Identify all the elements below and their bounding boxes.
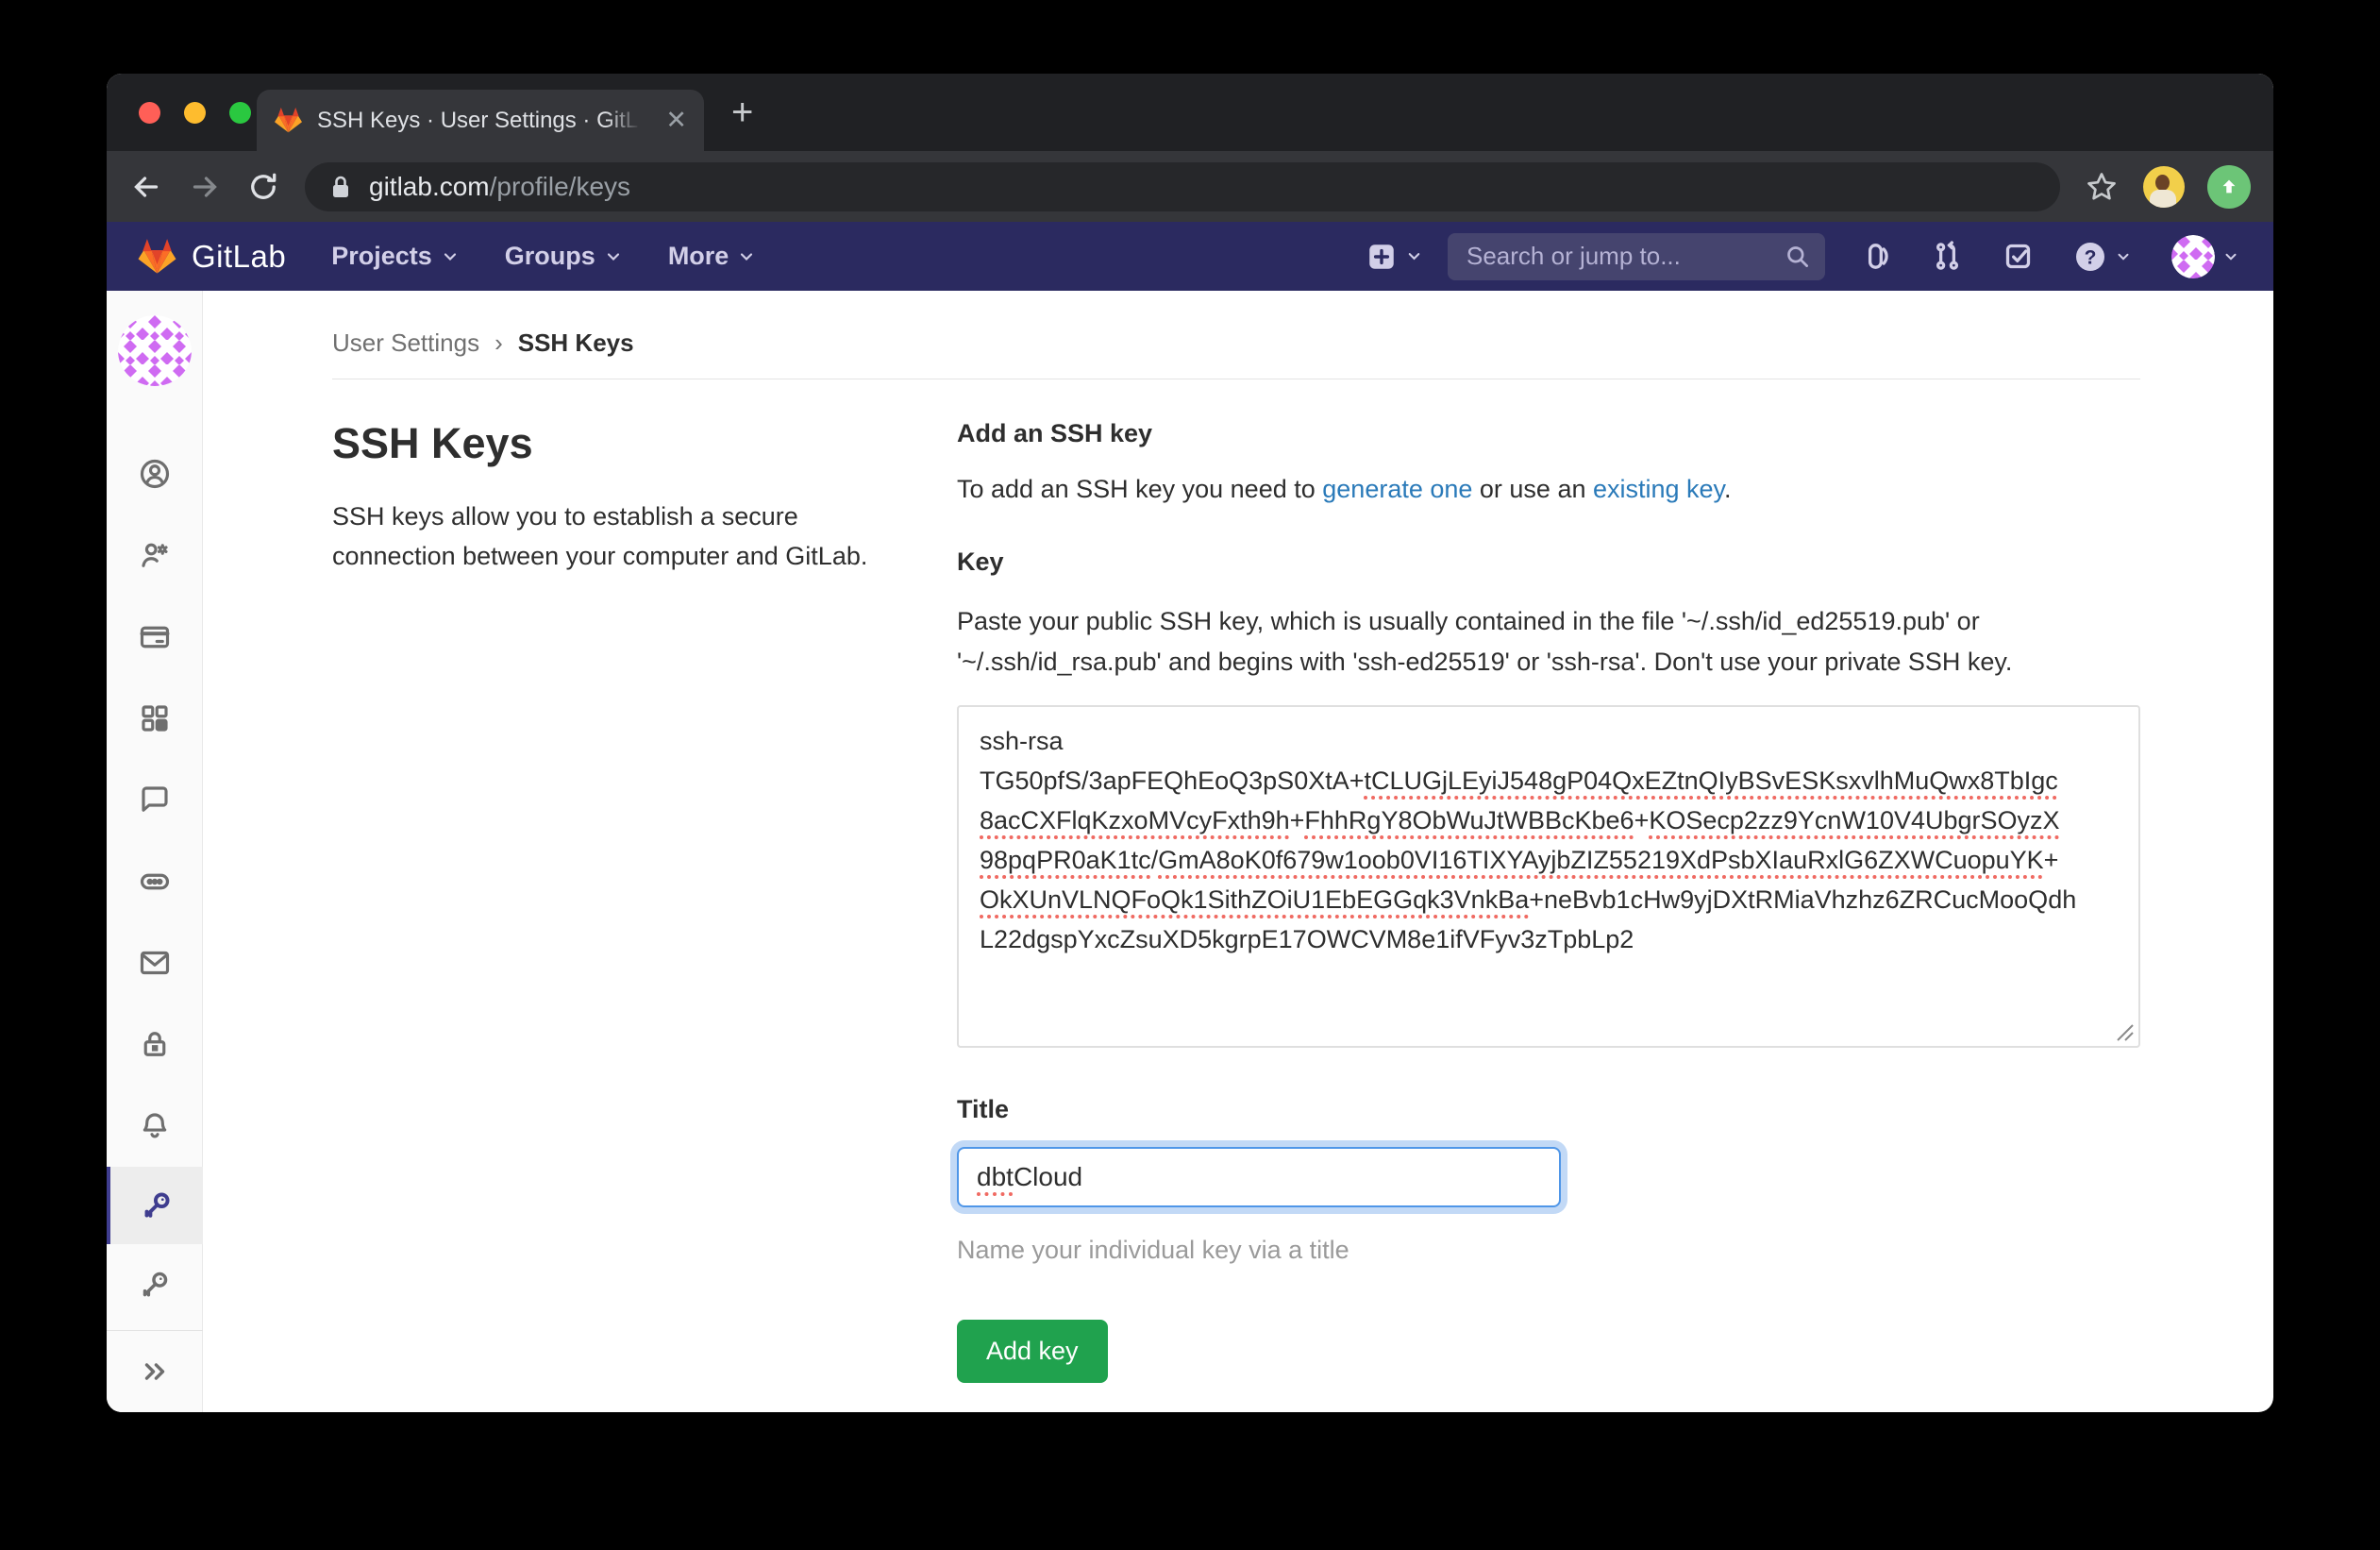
generate-one-link[interactable]: generate one <box>1322 475 1472 503</box>
breadcrumb: User Settings › SSH Keys <box>332 291 2140 358</box>
sidebar-item-notifications[interactable] <box>107 1085 203 1166</box>
global-search[interactable] <box>1448 233 1825 280</box>
envelope-icon <box>138 946 172 980</box>
user-gear-icon <box>138 538 172 572</box>
resize-handle-icon[interactable] <box>2114 1021 2135 1042</box>
bell-icon <box>138 1109 172 1143</box>
user-circle-icon <box>138 457 172 491</box>
help-question-icon: ? <box>2073 240 2107 274</box>
breadcrumb-parent[interactable]: User Settings <box>332 329 479 358</box>
breadcrumb-current: SSH Keys <box>518 329 634 358</box>
form-intro: To add an SSH key you need to generate o… <box>957 475 2140 504</box>
tab-title-fade <box>606 90 655 151</box>
gitlab-tanuki-icon <box>137 238 177 276</box>
settings-sidebar <box>107 291 203 1412</box>
browser-window: SSH Keys · User Settings · GitL ✕ + gitl… <box>107 74 2273 1412</box>
form-section-title: Add an SSH key <box>957 419 2140 448</box>
merge-request-icon[interactable] <box>1932 241 1963 272</box>
main-content: User Settings › SSH Keys SSH Keys SSH ke… <box>203 291 2273 1412</box>
browser-profile-avatar[interactable] <box>2143 166 2185 208</box>
chevron-down-icon <box>1405 247 1423 265</box>
new-tab-button[interactable]: + <box>731 102 753 123</box>
gitlab-favicon-icon <box>274 107 303 134</box>
menu-more[interactable]: More <box>668 242 757 271</box>
browser-toolbar: gitlab.com/profile/keys <box>107 151 2273 222</box>
tab-close-icon[interactable]: ✕ <box>665 108 687 133</box>
page-description: SSH keys allow you to establish a secure… <box>332 497 898 576</box>
forward-icon[interactable] <box>188 170 222 204</box>
lock-icon <box>138 1027 172 1061</box>
sidebar-item-emails[interactable] <box>107 922 203 1003</box>
sidebar-item-access-tokens[interactable] <box>107 840 203 921</box>
profile-avatar <box>118 315 192 386</box>
chevron-down-icon <box>604 247 623 266</box>
back-icon[interactable] <box>129 170 163 204</box>
sidebar-item-account[interactable] <box>107 514 203 596</box>
navbar-icons: ? <box>1861 235 2239 278</box>
chevron-down-icon <box>737 247 756 266</box>
url-bar[interactable]: gitlab.com/profile/keys <box>305 162 2060 211</box>
credit-card-icon <box>138 620 172 654</box>
issues-icon[interactable] <box>1861 241 1892 272</box>
gitlab-wordmark: GitLab <box>192 239 286 275</box>
help-menu[interactable]: ? <box>2073 240 2132 274</box>
gitlab-logo[interactable]: GitLab <box>137 238 286 276</box>
plus-square-icon <box>1366 241 1398 273</box>
title-input[interactable]: dbt Cloud <box>957 1147 1561 1207</box>
up-arrow-icon <box>2219 177 2239 197</box>
collapse-sidebar-button[interactable] <box>107 1331 203 1412</box>
user-avatar <box>2171 235 2215 278</box>
minimize-window-button[interactable] <box>184 102 206 124</box>
url-host: gitlab.com <box>369 172 490 202</box>
key-help-text: Paste your public SSH key, which is usua… <box>957 601 2140 682</box>
new-menu[interactable] <box>1366 241 1423 273</box>
breadcrumb-separator: › <box>494 329 503 358</box>
bookmark-star-icon[interactable] <box>2085 170 2119 204</box>
svg-text:?: ? <box>2085 246 2097 268</box>
sidebar-item-profile[interactable] <box>107 433 203 514</box>
sidebar-item-gpg-keys[interactable] <box>107 1244 203 1325</box>
chevron-down-icon <box>441 247 460 266</box>
ssh-key-textarea[interactable]: ssh-rsaTG50pfS/3apFEQhEoQ3pS0XtA+tCLUGjL… <box>957 705 2140 1048</box>
chevron-down-icon <box>2222 248 2239 265</box>
existing-key-link[interactable]: existing key <box>1593 475 1724 503</box>
navbar-menu: Projects Groups More <box>331 242 756 271</box>
browser-tabstrip: SSH Keys · User Settings · GitL ✕ + <box>107 74 2273 151</box>
url-path: /profile/keys <box>490 172 630 202</box>
sidebar-item-applications[interactable] <box>107 678 203 759</box>
add-ssh-key-form: Add an SSH key To add an SSH key you nee… <box>957 419 2140 1412</box>
search-icon <box>1785 244 1810 269</box>
sidebar-item-password[interactable] <box>107 1003 203 1085</box>
double-chevron-right-icon <box>139 1356 171 1388</box>
sidebar-item-chat[interactable] <box>107 759 203 840</box>
token-pill-icon <box>138 865 172 899</box>
title-help-text: Name your individual key via a title <box>957 1236 2140 1265</box>
menu-groups[interactable]: Groups <box>505 242 623 271</box>
todos-icon[interactable] <box>2003 241 2034 272</box>
search-input[interactable] <box>1467 242 1785 271</box>
close-window-button[interactable] <box>139 102 160 124</box>
key-label: Key <box>957 548 2140 577</box>
maximize-window-button[interactable] <box>229 102 251 124</box>
sidebar-item-ssh-keys[interactable] <box>107 1167 203 1245</box>
window-controls <box>139 102 251 124</box>
user-menu[interactable] <box>2171 235 2239 278</box>
title-label: Title <box>957 1095 2140 1124</box>
section-info: SSH Keys SSH keys allow you to establish… <box>332 419 898 1412</box>
gitlab-navbar: GitLab Projects Groups More <box>107 222 2273 291</box>
comment-icon <box>138 783 172 817</box>
https-lock-icon <box>329 174 352 200</box>
chevron-down-icon <box>2115 248 2132 265</box>
sidebar-item-billing[interactable] <box>107 596 203 677</box>
key-icon <box>138 1268 172 1302</box>
key-icon <box>140 1188 174 1222</box>
menu-projects[interactable]: Projects <box>331 242 460 271</box>
reload-icon[interactable] <box>246 170 280 204</box>
browser-tab[interactable]: SSH Keys · User Settings · GitL ✕ <box>257 90 704 151</box>
grid-icon <box>138 701 172 735</box>
browser-update-button[interactable] <box>2207 165 2251 209</box>
page-title: SSH Keys <box>332 419 898 468</box>
add-key-button[interactable]: Add key <box>957 1320 1108 1383</box>
